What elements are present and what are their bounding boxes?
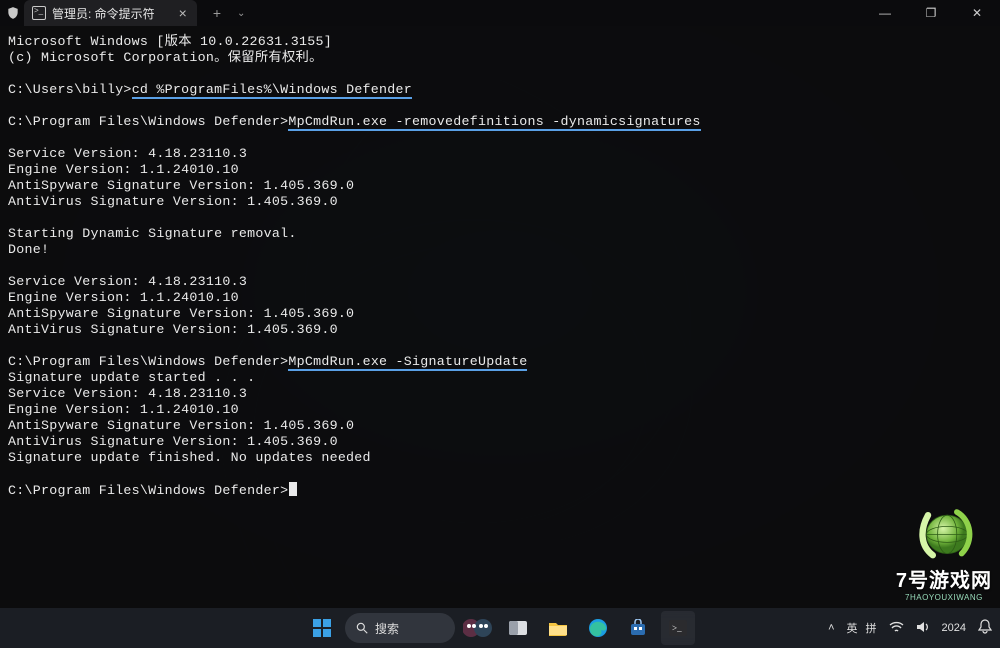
terminal-line xyxy=(8,466,992,482)
terminal-taskbar-button[interactable]: >_ xyxy=(661,611,695,645)
ime-lang-2[interactable]: 拼 xyxy=(866,620,877,636)
terminal-line: Starting Dynamic Signature removal. xyxy=(8,226,992,242)
terminal-line xyxy=(8,66,992,82)
terminal-line xyxy=(8,130,992,146)
terminal-line: AntiVirus Signature Version: 1.405.369.0 xyxy=(8,322,992,338)
terminal-line: C:\Program Files\Windows Defender>MpCmdR… xyxy=(8,114,992,130)
terminal-line xyxy=(8,98,992,114)
terminal-line: C:\Program Files\Windows Defender> xyxy=(8,482,992,499)
prompt: C:\Program Files\Windows Defender> xyxy=(8,483,288,498)
file-explorer-button[interactable] xyxy=(541,611,575,645)
ime-lang-1[interactable]: 英 xyxy=(847,620,858,636)
tab-cmd[interactable]: 管理员: 命令提示符 × xyxy=(24,0,197,26)
terminal-line: C:\Users\billy>cd %ProgramFiles%\Windows… xyxy=(8,82,992,98)
terminal-line xyxy=(8,210,992,226)
tray-chevron-up-icon[interactable]: ˄ xyxy=(828,622,834,634)
edge-button[interactable] xyxy=(581,611,615,645)
folder-icon xyxy=(548,620,568,636)
search-placeholder: 搜索 xyxy=(375,620,399,637)
terminal-line: Signature update started . . . xyxy=(8,370,992,386)
taskbar: 搜索 >_ ˄ 英 拼 xyxy=(0,608,1000,648)
notifications-icon[interactable] xyxy=(978,619,992,637)
store-icon xyxy=(629,619,647,637)
chat-bubbles-icon xyxy=(463,617,493,639)
tab-title: 管理员: 命令提示符 xyxy=(52,5,155,22)
terminal-line: Service Version: 4.18.23110.3 xyxy=(8,146,992,162)
svg-text:>_: >_ xyxy=(672,623,682,633)
tab-close-icon[interactable]: × xyxy=(179,5,187,21)
minimize-button[interactable]: — xyxy=(862,0,908,26)
command: cd %ProgramFiles%\Windows Defender xyxy=(132,82,412,99)
terminal-icon xyxy=(32,6,46,20)
terminal-output[interactable]: Microsoft Windows [版本 10.0.22631.3155](c… xyxy=(0,26,1000,648)
maximize-button[interactable]: ❐ xyxy=(908,0,954,26)
cursor xyxy=(289,482,297,496)
terminal-line: Service Version: 4.18.23110.3 xyxy=(8,386,992,402)
volume-icon[interactable] xyxy=(916,621,930,636)
terminal-line: AntiSpyware Signature Version: 1.405.369… xyxy=(8,306,992,322)
terminal-line: AntiSpyware Signature Version: 1.405.369… xyxy=(8,418,992,434)
search-icon xyxy=(355,621,369,635)
terminal-line: Signature update finished. No updates ne… xyxy=(8,450,992,466)
new-tab-button[interactable]: + xyxy=(207,5,227,21)
terminal-window: 管理员: 命令提示符 × + ⌄ — ❐ ✕ Microsoft Windows… xyxy=(0,0,1000,648)
wifi-icon[interactable] xyxy=(889,621,904,636)
taskbar-chat-icon[interactable] xyxy=(461,611,495,645)
terminal-line: Engine Version: 1.1.24010.10 xyxy=(8,402,992,418)
terminal-line: C:\Program Files\Windows Defender>MpCmdR… xyxy=(8,354,992,370)
terminal-line xyxy=(8,338,992,354)
terminal-line xyxy=(8,258,992,274)
task-view-button[interactable] xyxy=(501,611,535,645)
terminal-line: Microsoft Windows [版本 10.0.22631.3155] xyxy=(8,34,992,50)
terminal-line: Done! xyxy=(8,242,992,258)
terminal-line: Engine Version: 1.1.24010.10 xyxy=(8,162,992,178)
terminal-line: (c) Microsoft Corporation。保留所有权利。 xyxy=(8,50,992,66)
command: MpCmdRun.exe -SignatureUpdate xyxy=(288,354,527,371)
prompt: C:\Users\billy> xyxy=(8,82,132,97)
terminal-line: AntiSpyware Signature Version: 1.405.369… xyxy=(8,178,992,194)
prompt: C:\Program Files\Windows Defender> xyxy=(8,114,288,129)
window-titlebar: 管理员: 命令提示符 × + ⌄ — ❐ ✕ xyxy=(0,0,1000,26)
store-button[interactable] xyxy=(621,611,655,645)
taskbar-search[interactable]: 搜索 xyxy=(345,613,455,643)
terminal-line: Service Version: 4.18.23110.3 xyxy=(8,274,992,290)
tab-chevron-down-icon[interactable]: ⌄ xyxy=(231,8,251,19)
terminal-line: AntiVirus Signature Version: 1.405.369.0 xyxy=(8,194,992,210)
windows-logo-icon xyxy=(312,618,332,638)
start-button[interactable] xyxy=(305,611,339,645)
close-button[interactable]: ✕ xyxy=(954,0,1000,26)
task-view-icon xyxy=(509,621,527,635)
tray-year[interactable]: 2024 xyxy=(942,622,966,634)
prompt: C:\Program Files\Windows Defender> xyxy=(8,354,288,369)
shield-icon xyxy=(6,6,20,20)
terminal-line: Engine Version: 1.1.24010.10 xyxy=(8,290,992,306)
edge-icon xyxy=(588,618,608,638)
terminal-app-icon: >_ xyxy=(669,620,687,636)
system-tray: ˄ 英 拼 2024 xyxy=(828,619,992,637)
command: MpCmdRun.exe -removedefinitions -dynamic… xyxy=(288,114,700,131)
terminal-line: AntiVirus Signature Version: 1.405.369.0 xyxy=(8,434,992,450)
